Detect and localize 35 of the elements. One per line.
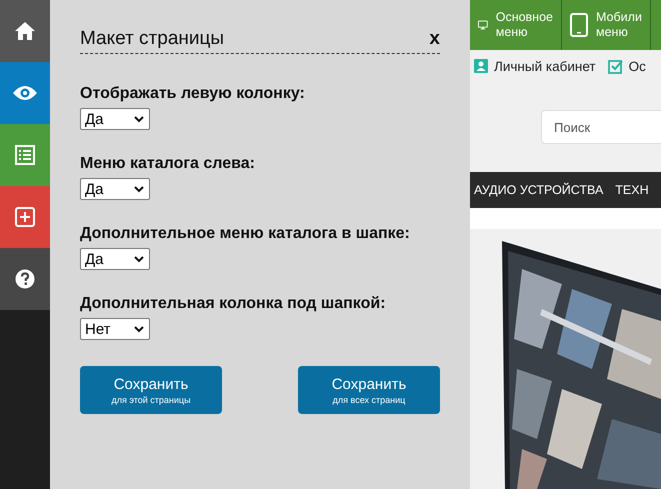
- chevron-icon: [134, 256, 144, 262]
- eye-icon: [12, 85, 38, 101]
- category-link[interactable]: АУДИО УСТРОЙСТВА: [474, 183, 604, 197]
- select-dropdown[interactable]: Нет: [80, 318, 150, 340]
- plus-icon: [15, 207, 35, 227]
- sidebar-button[interactable]: [0, 62, 50, 124]
- chevron-icon: [134, 116, 144, 122]
- list-icon: [15, 145, 35, 165]
- field-label: Дополнительная колонка под шапкой:: [80, 295, 386, 313]
- home-icon: [14, 21, 36, 41]
- header-link[interactable]: Ос: [608, 58, 646, 74]
- save-button[interactable]: Сохранить для всех страниц: [298, 366, 440, 414]
- select-dropdown[interactable]: Да: [80, 178, 150, 200]
- sidebar-button[interactable]: [0, 248, 50, 310]
- field-label: Дополнительное меню каталога в шапке:: [80, 225, 410, 243]
- menu-tab[interactable]: Мобили меню: [562, 0, 651, 50]
- field-label: Меню каталога слева:: [80, 155, 255, 173]
- select-dropdown[interactable]: Да: [80, 248, 150, 270]
- sidebar-button[interactable]: [0, 0, 50, 62]
- select-dropdown[interactable]: Да: [80, 108, 150, 130]
- user-icon: [474, 59, 488, 73]
- sidebar-button[interactable]: [0, 186, 50, 248]
- field-label: Отображать левую колонку:: [80, 85, 305, 103]
- header-link[interactable]: Личный кабинет: [474, 58, 596, 74]
- checkbox-icon: [608, 58, 623, 74]
- close-button[interactable]: x: [429, 28, 440, 50]
- search-field[interactable]: Поиск: [541, 110, 661, 144]
- chevron-icon: [134, 326, 144, 332]
- dialog-title: Макет страницы: [80, 28, 224, 50]
- menu-tab[interactable]: Основное меню: [470, 0, 562, 50]
- save-button[interactable]: Сохранить для этой страницы: [80, 366, 222, 414]
- tablet-icon: [570, 13, 588, 37]
- chevron-icon: [134, 186, 144, 192]
- category-link[interactable]: ТЕХН: [615, 183, 649, 197]
- help-icon: [15, 269, 35, 289]
